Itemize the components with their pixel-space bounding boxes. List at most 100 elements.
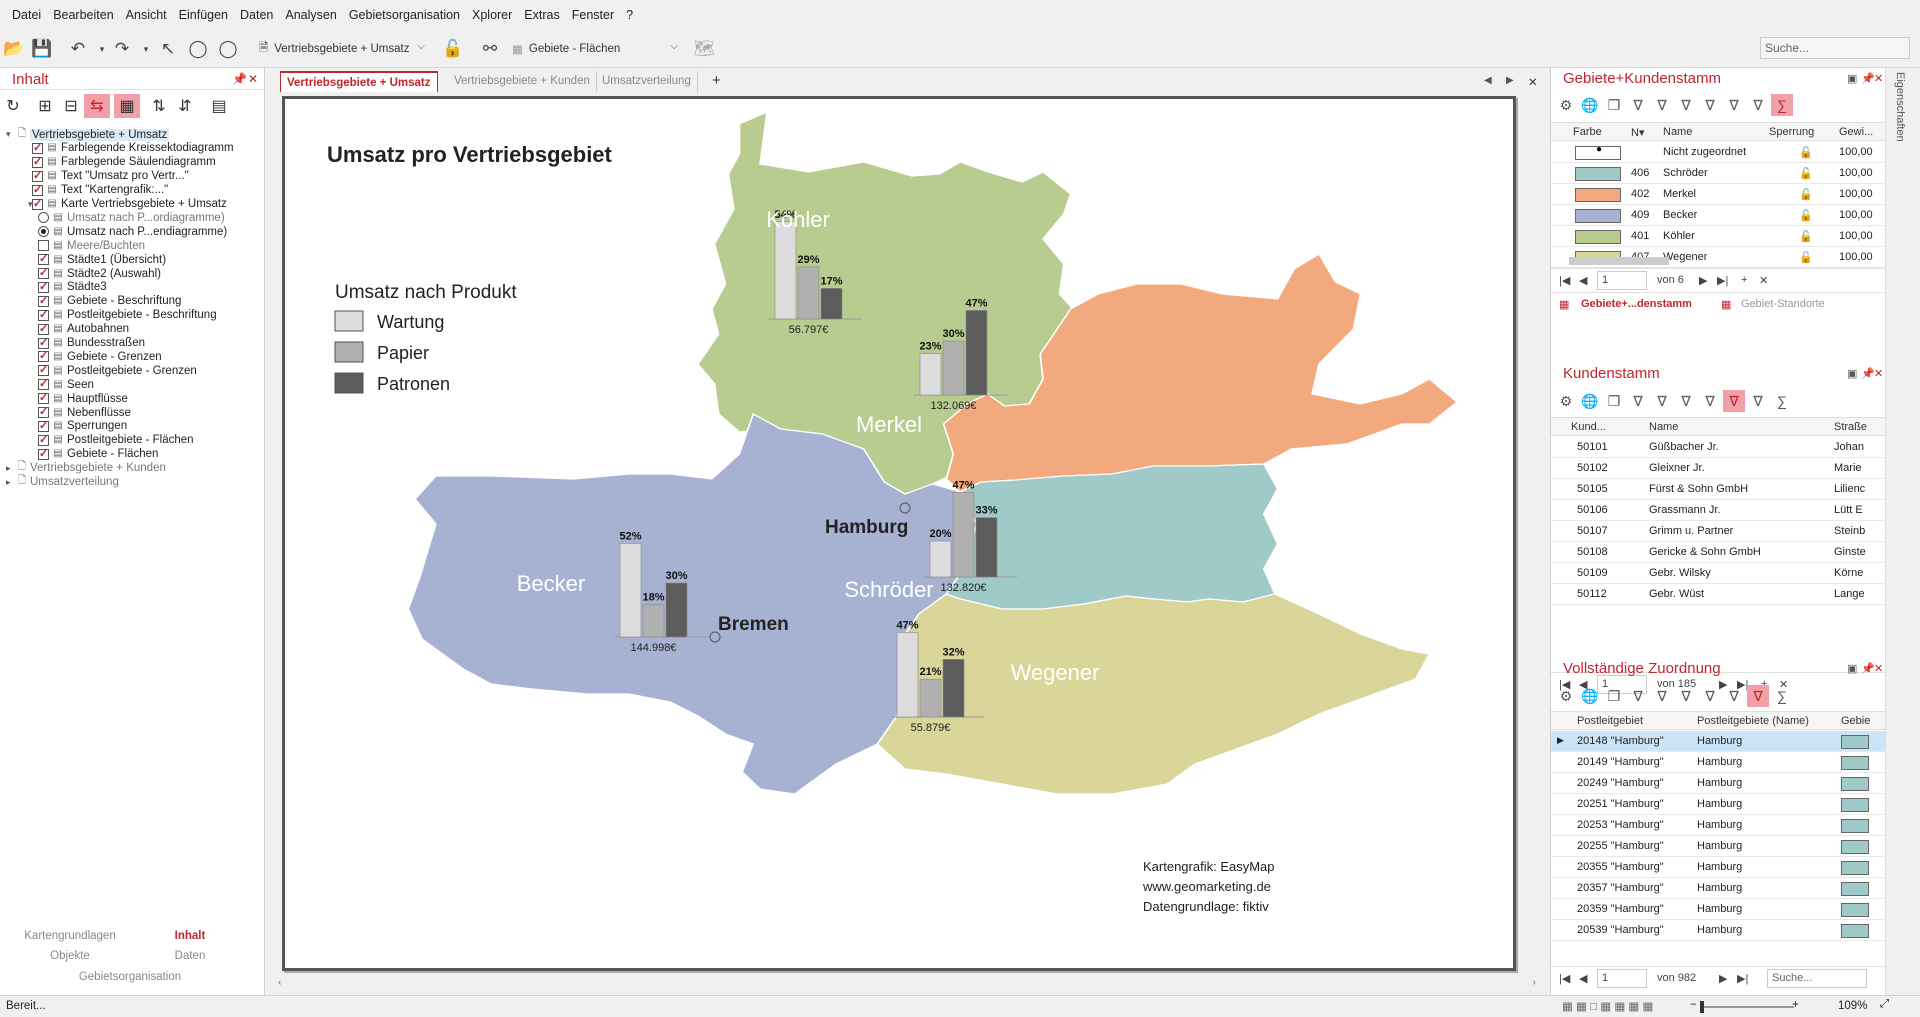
filter-icon[interactable]: ∇ — [1627, 390, 1649, 412]
delete-record-icon[interactable]: ✕ — [1759, 274, 1768, 287]
map-canvas[interactable]: 54% 29% 17% 56.797€ 23% 30% 47% 132.069€ 52% 18% 3… — [282, 96, 1516, 971]
close-document-icon[interactable]: ✕ — [1522, 71, 1544, 92]
filter-icon[interactable]: ∇ — [1627, 685, 1649, 707]
globe-icon[interactable]: 🌐 — [1579, 390, 1601, 412]
lock-icon[interactable]: 🔓 — [441, 37, 465, 61]
menu-datei[interactable]: Datei — [6, 8, 47, 22]
tab-scroll-left-icon[interactable]: ◀ — [1478, 71, 1498, 92]
zuordnung-row[interactable]: 20355 "Hamburg" Hamburg — [1551, 857, 1886, 878]
col-farbe[interactable]: Farbe — [1573, 126, 1602, 138]
close-icon[interactable]: ✕ — [1874, 662, 1883, 675]
lock-icon[interactable]: 🔓 — [1799, 209, 1813, 222]
layer-select-icon[interactable]: ⚯ — [478, 37, 502, 61]
menu-gebietsorganisation[interactable]: Gebietsorganisation — [343, 8, 466, 22]
sum-icon[interactable]: ∑ — [1771, 390, 1793, 412]
tab-vertriebsgebiete-kunden[interactable]: Vertriebsgebiete + Kunden — [448, 71, 597, 92]
filter-select-icon[interactable]: ∇ — [1699, 390, 1721, 412]
layer-checkbox[interactable] — [38, 240, 49, 252]
filter-toggle-icon[interactable]: ∇ — [1747, 685, 1769, 707]
prev-page-icon[interactable]: ◀ — [1579, 274, 1587, 287]
zuordnung-row[interactable]: 20255 "Hamburg" Hamburg — [1551, 836, 1886, 857]
zuordnung-row[interactable]: 20251 "Hamburg" Hamburg — [1551, 794, 1886, 815]
sort-up-icon[interactable]: ⇅ — [146, 94, 172, 118]
first-page-icon[interactable]: |◀ — [1559, 972, 1570, 985]
filter-toggle-icon[interactable]: ∇ — [1747, 94, 1769, 116]
filter-select-icon[interactable]: ∇ — [1699, 94, 1721, 116]
layer-tool-icon[interactable]: ▦ — [114, 94, 140, 118]
expand-icon[interactable]: ▸ — [6, 477, 16, 488]
copy-icon[interactable]: ❐ — [1603, 94, 1625, 116]
lock-icon[interactable]: 🔓 — [1799, 146, 1813, 159]
zuordnung-row[interactable]: 20539 "Hamburg" Hamburg — [1551, 920, 1886, 941]
page-input[interactable]: 1 — [1597, 271, 1647, 290]
col-nr[interactable]: N▾ — [1631, 126, 1644, 139]
layer-checkbox[interactable] — [38, 349, 49, 363]
layer-checkbox[interactable] — [38, 447, 49, 460]
settings-icon[interactable]: ⚙ — [1555, 390, 1577, 412]
layer-checkbox[interactable] — [38, 336, 49, 349]
filter-add-icon[interactable]: ∇ — [1723, 94, 1745, 116]
rows-icon[interactable]: ⊟ — [58, 94, 84, 118]
layer-checkbox[interactable] — [32, 155, 43, 168]
sum-icon[interactable]: ∑ — [1771, 94, 1793, 116]
layer-checkbox[interactable] — [38, 433, 49, 446]
view-icons[interactable]: ▦ ▦ □ ▦ ▦ ▦ ▦ — [1562, 999, 1653, 1013]
filter-clear-icon[interactable]: ∇ — [1651, 685, 1673, 707]
gebiet-row[interactable]: 401 Köhler 🔓 100,00 — [1551, 226, 1886, 247]
pin-icon[interactable]: 📌 — [1861, 662, 1875, 675]
layer-checkbox[interactable] — [38, 252, 49, 266]
expand-icon[interactable]: ▾ — [6, 129, 16, 140]
undo-icon[interactable]: ↶ — [66, 37, 90, 61]
col-sperrung[interactable]: Sperrung — [1769, 126, 1814, 138]
filter-clear-icon[interactable]: ∇ — [1651, 94, 1673, 116]
last-page-icon[interactable]: ▶| — [1737, 972, 1748, 985]
layer-checkbox[interactable] — [38, 419, 49, 432]
window-icon[interactable]: ▣ — [1847, 367, 1857, 380]
gebiet-row[interactable]: ● Nicht zugeordnet 🔓 100,00 — [1551, 142, 1886, 163]
lasso-add-icon[interactable]: ◯ — [216, 37, 240, 61]
layer-checkbox[interactable] — [38, 405, 49, 418]
refresh-icon[interactable]: ↻ — [0, 94, 26, 118]
filter-remove-icon[interactable]: ∇ — [1675, 685, 1697, 707]
layer-checkbox[interactable] — [38, 391, 49, 405]
layer-radio[interactable] — [38, 212, 49, 224]
lasso-select-icon[interactable]: ◯ — [186, 37, 210, 61]
zoom-in-icon[interactable]: + — [1792, 999, 1799, 1011]
sum-icon[interactable]: ∑ — [1771, 685, 1793, 707]
add-tab-icon[interactable]: + — [706, 68, 727, 89]
zuordnung-row[interactable]: 20357 "Hamburg" Hamburg — [1551, 878, 1886, 899]
last-page-icon[interactable]: ▶| — [1717, 274, 1728, 287]
layer-checkbox[interactable] — [38, 322, 49, 335]
open-icon[interactable]: 📂 — [2, 37, 26, 61]
kunde-row[interactable]: 50108 Gericke & Sohn GmbH Ginste — [1551, 542, 1886, 563]
col-name[interactable]: Name — [1663, 126, 1692, 138]
pin-icon[interactable]: 📌 — [1861, 367, 1875, 380]
layer-checkbox[interactable] — [38, 280, 49, 293]
filter-select-icon[interactable]: ∇ — [1699, 685, 1721, 707]
redo-dropdown-icon[interactable]: ▾ — [134, 37, 158, 61]
map-combo[interactable]: 🗎 Vertriebsgebiete + Umsatz ⌵ — [252, 38, 432, 60]
kunde-row[interactable]: 50105 Fürst & Sohn GmbH Lilienc — [1551, 479, 1886, 500]
page-input[interactable]: 1 — [1597, 969, 1647, 988]
tab-umsatzverteilung[interactable]: Umsatzverteilung — [596, 71, 698, 92]
copy-icon[interactable]: ❐ — [1603, 685, 1625, 707]
col-strasse[interactable]: Straße — [1834, 421, 1867, 433]
zuordnung-row[interactable]: 20359 "Hamburg" Hamburg — [1551, 899, 1886, 920]
sort-down-icon[interactable]: ⇵ — [172, 94, 198, 118]
kunde-row[interactable]: 50112 Gebr. Wüst Lange — [1551, 584, 1886, 605]
grid-icon[interactable]: ⊞ — [32, 94, 58, 118]
layer-checkbox[interactable] — [38, 363, 49, 377]
col-postleitgebiet[interactable]: Postleitgebiet — [1577, 715, 1643, 727]
layer-checkbox[interactable] — [38, 377, 49, 391]
map-horizontal-scrollbar[interactable]: ‹ › — [276, 976, 1540, 992]
tab-gebietsorganisation[interactable]: Gebietsorganisation — [10, 971, 250, 983]
subtab-gebiete-kundenstamm[interactable]: Gebiete+...denstamm — [1581, 298, 1692, 310]
kunde-row[interactable]: 50109 Gebr. Wilsky Körne — [1551, 563, 1886, 584]
menu-fenster[interactable]: Fenster — [566, 8, 620, 22]
layer-bottom-icon[interactable]: ▤ — [206, 94, 232, 118]
zoom-out-icon[interactable]: − — [1690, 999, 1697, 1011]
zuordnung-row[interactable]: 20149 "Hamburg" Hamburg — [1551, 752, 1886, 773]
zoom-slider[interactable] — [1704, 1006, 1794, 1008]
layer-radio[interactable] — [38, 226, 49, 238]
settings-icon[interactable]: ⚙ — [1555, 94, 1577, 116]
